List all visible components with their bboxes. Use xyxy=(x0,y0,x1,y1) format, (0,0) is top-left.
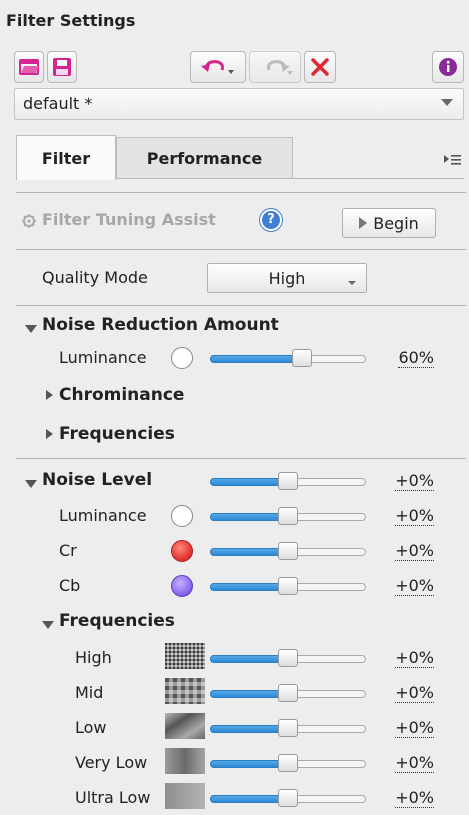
noise-level-title: Noise Level xyxy=(42,470,153,490)
slider-thumb[interactable] xyxy=(278,649,298,667)
mid-frequency-texture-icon xyxy=(165,678,205,704)
noise-level-value[interactable]: +0% xyxy=(386,471,434,491)
high-frequency-texture-icon xyxy=(165,643,205,669)
nr-luminance-slider[interactable] xyxy=(210,349,366,369)
info-icon xyxy=(439,58,457,76)
begin-button[interactable]: Begin xyxy=(342,208,436,238)
chevron-down-icon xyxy=(348,281,356,285)
nr-luminance-value[interactable]: 60% xyxy=(386,348,434,368)
freq-low-label: Low xyxy=(75,718,107,737)
freq-mid-value[interactable]: +0% xyxy=(386,683,434,703)
cb-value[interactable]: +0% xyxy=(386,576,434,596)
open-folder-icon xyxy=(19,59,39,75)
freq-very-low-slider[interactable] xyxy=(210,754,366,774)
cb-slider[interactable] xyxy=(210,577,366,597)
panel-menu-icon[interactable] xyxy=(443,152,463,171)
slider-thumb[interactable] xyxy=(278,789,298,807)
expand-nl-frequencies-icon[interactable] xyxy=(42,621,54,629)
help-icon[interactable]: ? xyxy=(260,209,282,231)
slider-thumb[interactable] xyxy=(278,684,298,702)
slider-thumb[interactable] xyxy=(278,754,298,772)
tab-filter[interactable]: Filter xyxy=(16,135,116,180)
chevron-down-icon xyxy=(441,99,453,106)
slider-thumb[interactable] xyxy=(278,577,298,595)
nl-luminance-value[interactable]: +0% xyxy=(386,506,434,526)
redo-icon xyxy=(267,60,293,75)
gear-icon xyxy=(22,213,36,232)
divider xyxy=(16,192,466,193)
expand-frequencies-icon[interactable] xyxy=(46,429,53,439)
save-icon xyxy=(53,58,71,76)
panel-title: Filter Settings xyxy=(6,11,136,30)
freq-high-value[interactable]: +0% xyxy=(386,648,434,668)
undo-button[interactable] xyxy=(190,51,246,83)
cr-value[interactable]: +0% xyxy=(386,541,434,561)
slider-thumb[interactable] xyxy=(278,542,298,560)
freq-very-low-value[interactable]: +0% xyxy=(386,753,434,773)
slider-thumb[interactable] xyxy=(278,719,298,737)
open-preset-button[interactable] xyxy=(14,51,44,83)
divider xyxy=(16,249,466,250)
info-button[interactable] xyxy=(432,51,464,83)
slider-thumb[interactable] xyxy=(278,507,298,525)
slider-thumb[interactable] xyxy=(292,349,312,367)
very-low-frequency-texture-icon xyxy=(165,748,205,774)
preset-select[interactable]: default * xyxy=(14,88,464,120)
expand-chrominance-icon[interactable] xyxy=(46,390,53,400)
freq-low-slider[interactable] xyxy=(210,719,366,739)
freq-high-label: High xyxy=(75,648,112,667)
freq-low-value[interactable]: +0% xyxy=(386,718,434,738)
freq-ultra-low-slider[interactable] xyxy=(210,789,366,809)
expand-noise-level-icon[interactable] xyxy=(25,480,37,488)
chrominance-label[interactable]: Chrominance xyxy=(59,385,184,405)
nl-frequencies-title: Frequencies xyxy=(59,611,175,631)
freq-high-slider[interactable] xyxy=(210,649,366,669)
cb-color-icon xyxy=(171,575,193,597)
divider xyxy=(16,305,466,306)
slider-thumb[interactable] xyxy=(278,472,298,490)
cb-label: Cb xyxy=(59,576,81,595)
nr-frequencies-label[interactable]: Frequencies xyxy=(59,424,175,444)
divider xyxy=(16,458,466,459)
redo-button[interactable] xyxy=(249,51,301,83)
freq-mid-label: Mid xyxy=(75,683,104,702)
freq-ultra-low-label: Ultra Low xyxy=(75,788,151,807)
ultra-low-frequency-texture-icon xyxy=(165,783,205,809)
undo-icon xyxy=(201,60,234,74)
cr-slider[interactable] xyxy=(210,542,366,562)
freq-mid-slider[interactable] xyxy=(210,684,366,704)
filter-tuning-assist-label: Filter Tuning Assist xyxy=(42,210,216,229)
tab-performance[interactable]: Performance xyxy=(116,137,293,178)
luminance-icon xyxy=(171,505,193,527)
reset-icon xyxy=(311,58,329,76)
freq-very-low-label: Very Low xyxy=(75,753,148,772)
low-frequency-texture-icon xyxy=(165,713,205,739)
quality-mode-label: Quality Mode xyxy=(42,268,148,287)
quality-mode-select[interactable]: High xyxy=(207,263,367,293)
save-preset-button[interactable] xyxy=(47,51,77,83)
expand-noise-reduction-icon[interactable] xyxy=(25,325,37,333)
nl-luminance-label: Luminance xyxy=(59,506,147,525)
nr-luminance-label: Luminance xyxy=(59,348,147,367)
noise-reduction-title: Noise Reduction Amount xyxy=(42,315,279,335)
reset-button[interactable] xyxy=(304,51,336,83)
luminance-icon xyxy=(171,347,193,369)
preset-value: default * xyxy=(23,94,93,113)
cr-label: Cr xyxy=(59,541,77,560)
play-icon xyxy=(359,217,368,229)
noise-level-slider[interactable] xyxy=(210,472,366,492)
nl-luminance-slider[interactable] xyxy=(210,507,366,527)
cr-color-icon xyxy=(171,540,193,562)
freq-ultra-low-value[interactable]: +0% xyxy=(386,788,434,808)
